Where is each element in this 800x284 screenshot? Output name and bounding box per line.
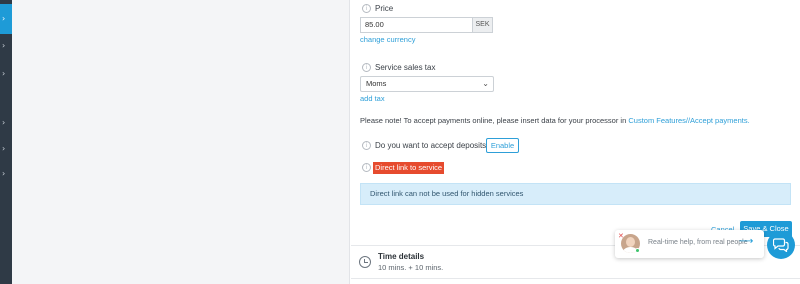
price-label: Price xyxy=(375,4,394,13)
left-nav: › › › › › › xyxy=(0,0,12,284)
currency-addon: SEK xyxy=(472,17,493,33)
tax-select[interactable]: Moms ⌄ xyxy=(360,76,494,92)
tax-select-value: Moms xyxy=(366,79,387,88)
info-icon[interactable]: i xyxy=(362,163,371,172)
left-panel xyxy=(12,0,350,284)
add-tax-link[interactable]: add tax xyxy=(360,94,385,103)
chat-prompt-card[interactable]: ✕ Real-time help, from real people ⟶ xyxy=(615,230,764,258)
payment-note: Please note! To accept payments online, … xyxy=(360,116,750,125)
accept-payments-link[interactable]: Custom Features//Accept payments. xyxy=(628,116,749,125)
chevron-right-icon[interactable]: › xyxy=(2,70,10,78)
chevron-right-icon[interactable]: › xyxy=(2,42,10,50)
deposits-label: Do you want to accept deposits? xyxy=(375,141,491,150)
price-input[interactable]: 85.00 xyxy=(360,17,472,33)
clock-icon xyxy=(359,256,371,268)
direct-link-label: Direct link to service xyxy=(373,162,445,174)
chat-prompt-text: Real-time help, from real people xyxy=(648,239,748,246)
chevron-right-icon: › xyxy=(2,14,6,23)
chat-launcher-button[interactable] xyxy=(767,231,795,259)
online-status-dot xyxy=(635,248,640,253)
chevron-right-icon[interactable]: › xyxy=(2,119,10,127)
arrow-right-icon[interactable]: ⟶ xyxy=(739,236,753,247)
info-icon[interactable]: i xyxy=(362,141,371,150)
info-icon[interactable]: i xyxy=(362,4,371,13)
payment-note-text: Please note! To accept payments online, … xyxy=(360,116,627,125)
chevron-down-icon: ⌄ xyxy=(482,79,489,88)
chat-icon xyxy=(773,238,789,252)
time-details-title: Time details xyxy=(378,252,425,261)
time-details-value: 10 mins. + 10 mins. xyxy=(378,263,444,272)
enable-deposits-button[interactable]: Enable xyxy=(486,138,519,153)
info-icon[interactable]: i xyxy=(362,63,371,72)
direct-link-alert: Direct link can not be used for hidden s… xyxy=(360,183,791,205)
change-currency-link[interactable]: change currency xyxy=(360,35,415,44)
nav-item-active[interactable]: › xyxy=(0,4,12,34)
tax-label: Service sales tax xyxy=(375,63,436,72)
chevron-right-icon[interactable]: › xyxy=(2,145,10,153)
divider xyxy=(351,278,800,279)
chevron-right-icon[interactable]: › xyxy=(2,170,10,178)
